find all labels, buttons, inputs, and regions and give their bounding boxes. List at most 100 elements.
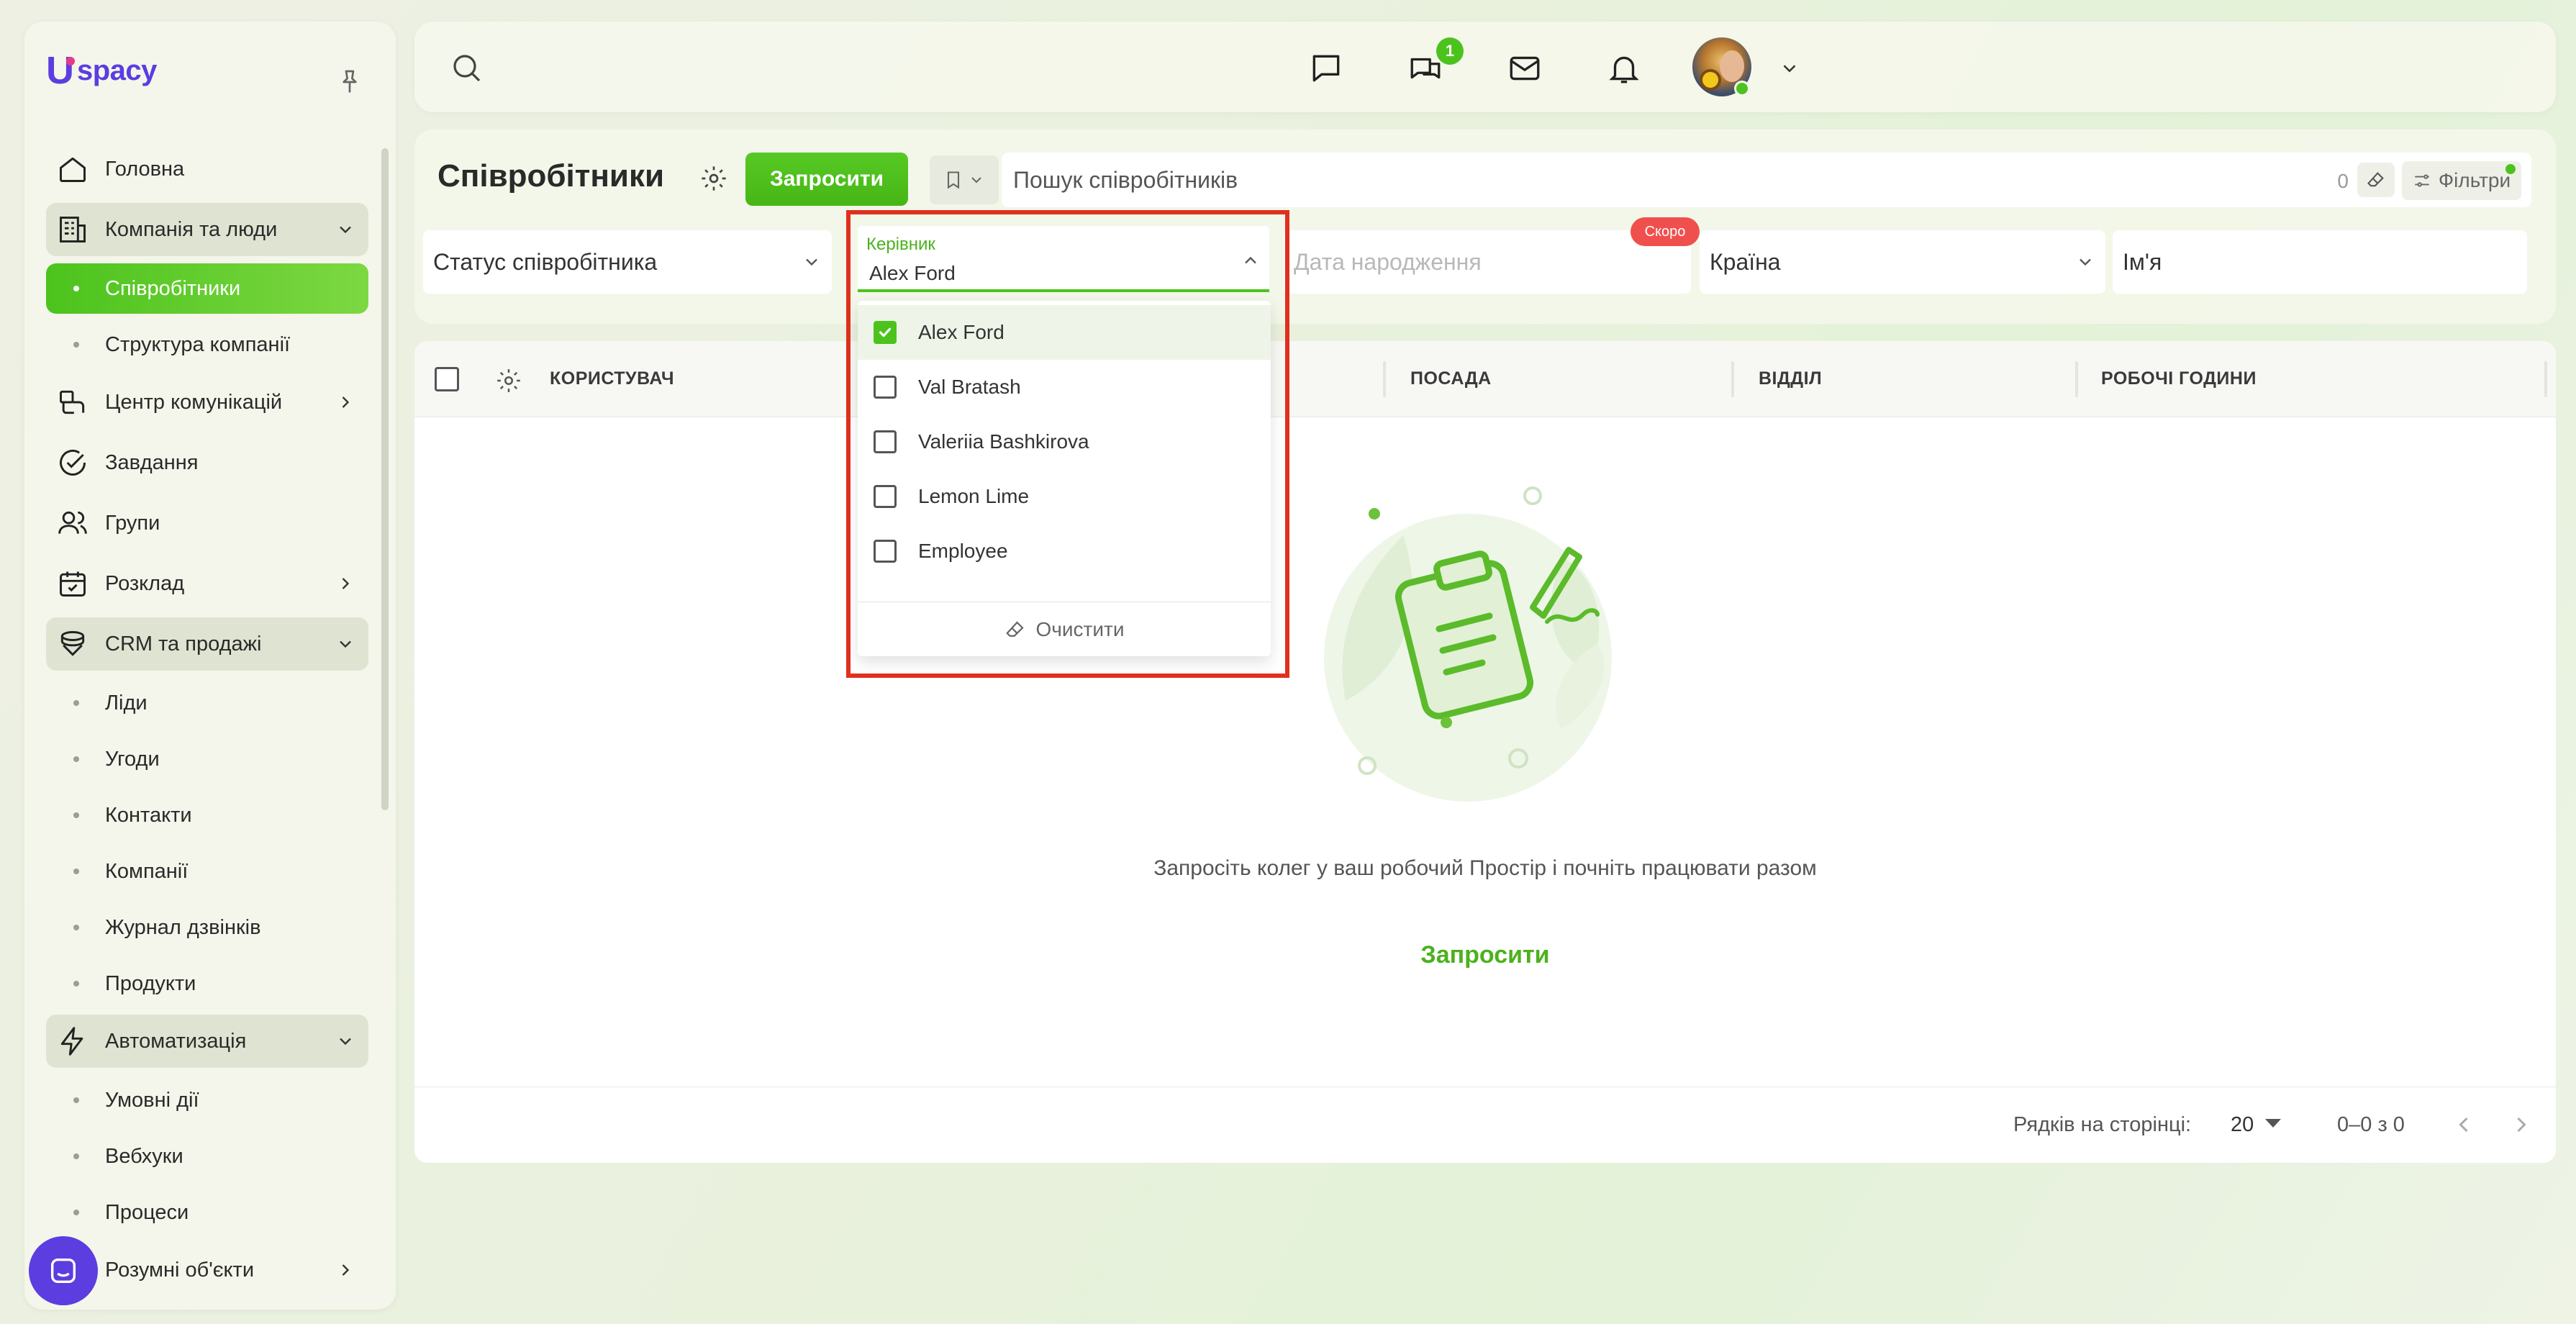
- manager-option[interactable]: Employee: [858, 524, 1271, 579]
- select-all-checkbox[interactable]: [435, 367, 459, 391]
- sidebar-item-leads[interactable]: Ліди: [46, 678, 368, 728]
- pin-icon[interactable]: [335, 68, 364, 96]
- column-separator[interactable]: [2075, 361, 2078, 397]
- clear-label: Очистити: [1035, 617, 1125, 640]
- sidebar-item-webhooks[interactable]: Вебхуки: [46, 1131, 368, 1182]
- checkbox[interactable]: [874, 485, 897, 508]
- sidebar-item-communications[interactable]: Центр комунікацій: [46, 376, 368, 429]
- sidebar-item-label: Вебхуки: [105, 1144, 183, 1168]
- manager-option[interactable]: Val Bratash: [858, 360, 1271, 414]
- column-header-working-hours[interactable]: РОБОЧІ ГОДИНИ: [2101, 368, 2257, 389]
- clear-search-button[interactable]: [2357, 163, 2395, 197]
- crm-stack-icon: [56, 627, 89, 661]
- task-check-icon: [56, 446, 89, 479]
- chevron-down-icon: [971, 177, 981, 183]
- clear-selection-button[interactable]: Очистити: [858, 602, 1271, 656]
- chevron-right-icon[interactable]: [2508, 1112, 2534, 1138]
- column-header-department[interactable]: ВІДДІЛ: [1759, 368, 1822, 389]
- mail-icon[interactable]: [1507, 50, 1543, 86]
- sidebar-item-label: Розклад: [105, 571, 185, 595]
- manager-option[interactable]: Lemon Lime: [858, 469, 1271, 524]
- invite-button[interactable]: Запросити: [745, 153, 908, 206]
- sidebar-item-label: Продукти: [105, 971, 196, 995]
- column-separator[interactable]: [1731, 361, 1734, 397]
- sidebar-scrollbar[interactable]: [381, 148, 389, 810]
- building-icon: [56, 213, 89, 246]
- invite-link[interactable]: Запросити: [1420, 941, 1549, 969]
- sidebar-item-products[interactable]: Продукти: [46, 958, 368, 1009]
- sidebar-item-company-structure[interactable]: Структура компанії: [46, 319, 368, 370]
- chat-icon[interactable]: [1308, 50, 1344, 86]
- filter-label: Країна: [1710, 249, 1781, 275]
- sidebar-item-tasks[interactable]: Завдання: [46, 436, 368, 489]
- sidebar-item-schedule[interactable]: Розклад: [46, 557, 368, 610]
- sidebar-item-automation[interactable]: Автоматизація: [46, 1015, 368, 1068]
- table-header: КОРИСТУВАЧ ПОСАДА ВІДДІЛ РОБОЧІ ГОДИНИ: [414, 341, 2556, 417]
- manager-options-menu: Alex Ford Val Bratash Valeriia Bashkirov…: [858, 301, 1271, 656]
- sidebar-item-company-people[interactable]: Компанія та люди: [46, 203, 368, 256]
- manager-option[interactable]: Alex Ford: [858, 305, 1271, 360]
- search-placeholder: Пошук співробітників: [1013, 167, 1238, 193]
- sidebar-item-label: Угоди: [105, 747, 160, 771]
- sidebar-item-crm[interactable]: CRM та продажі: [46, 617, 368, 671]
- gear-icon[interactable]: [495, 367, 522, 394]
- sidebar-item-conditional-actions[interactable]: Умовні дії: [46, 1075, 368, 1125]
- filter-label: Статус співробітника: [433, 249, 658, 275]
- option-label: Val Bratash: [918, 376, 1021, 398]
- sidebar-item-contacts[interactable]: Контакти: [46, 790, 368, 840]
- column-header-position[interactable]: ПОСАДА: [1410, 368, 1492, 389]
- rows-per-page-select[interactable]: 20: [2231, 1113, 2254, 1137]
- app-logo[interactable]: U spacy: [46, 49, 157, 92]
- bell-icon[interactable]: [1606, 50, 1642, 86]
- chevron-right-icon: [342, 578, 350, 589]
- chevron-left-icon[interactable]: [2451, 1112, 2477, 1138]
- sidebar-item-label: Центр комунікацій: [105, 390, 283, 414]
- bullet-icon: [73, 869, 79, 874]
- topbar: 1: [414, 22, 2556, 112]
- caret-down-icon[interactable]: [2265, 1119, 2281, 1128]
- country-filter[interactable]: Країна: [1700, 230, 2105, 294]
- pagination-range: 0–0 з 0: [2337, 1113, 2405, 1136]
- filters-button[interactable]: Фільтри: [2402, 161, 2521, 200]
- search-icon[interactable]: [449, 50, 484, 85]
- home-icon: [56, 153, 89, 186]
- checkbox[interactable]: [874, 430, 897, 453]
- sidebar-item-companies[interactable]: Компанії: [46, 846, 368, 897]
- manager-filter[interactable]: Керівник Alex Ford: [858, 226, 1269, 292]
- search-result-count: 0: [2337, 170, 2349, 192]
- sidebar-item-label: Компанія та люди: [105, 217, 278, 241]
- column-separator[interactable]: [1383, 361, 1386, 397]
- sidebar-item-label: Групи: [105, 511, 160, 535]
- manager-option[interactable]: Valeriia Bashkirova: [858, 414, 1271, 469]
- saved-filters-button[interactable]: [930, 155, 999, 204]
- logo-text: spacy: [77, 54, 157, 86]
- sidebar-item-processes[interactable]: Процеси: [46, 1187, 368, 1238]
- sidebar-item-label: Ліди: [105, 691, 148, 715]
- name-filter[interactable]: Ім'я: [2113, 230, 2527, 294]
- sidebar-item-home[interactable]: Головна: [46, 142, 368, 196]
- checkbox[interactable]: [874, 376, 897, 399]
- checkbox[interactable]: [874, 540, 897, 563]
- support-chat-button[interactable]: [29, 1236, 98, 1305]
- employees-table: КОРИСТУВАЧ ПОСАДА ВІДДІЛ РОБОЧІ ГОДИНИ З…: [414, 341, 2556, 1163]
- gear-icon[interactable]: [699, 164, 728, 193]
- manager-filter-label: Керівник: [866, 235, 935, 254]
- checkbox-checked[interactable]: [874, 321, 897, 344]
- column-separator[interactable]: [2544, 361, 2547, 397]
- sidebar-item-deals[interactable]: Угоди: [46, 734, 368, 784]
- sidebar-item-employees[interactable]: Співробітники: [46, 263, 368, 314]
- bullet-icon: [73, 1153, 79, 1159]
- filters-icon: [2415, 174, 2429, 187]
- sidebar-item-groups[interactable]: Групи: [46, 496, 368, 550]
- employee-status-filter[interactable]: Статус співробітника: [423, 230, 832, 294]
- chevron-down-icon[interactable]: [1779, 58, 1800, 79]
- sidebar: U spacy Головна Компанія та люди Співроб…: [24, 22, 396, 1310]
- sidebar-item-label: Контакти: [105, 803, 192, 827]
- chevron-up-icon[interactable]: [1241, 250, 1261, 271]
- bullet-icon: [73, 1210, 79, 1215]
- column-header-user[interactable]: КОРИСТУВАЧ: [550, 368, 674, 389]
- users-icon: [56, 507, 89, 540]
- employee-search-input[interactable]: Пошук співробітників 0 Фільтри: [1002, 153, 2531, 207]
- page-title: Співробітники: [437, 158, 665, 194]
- sidebar-item-call-log[interactable]: Журнал дзвінків: [46, 902, 368, 953]
